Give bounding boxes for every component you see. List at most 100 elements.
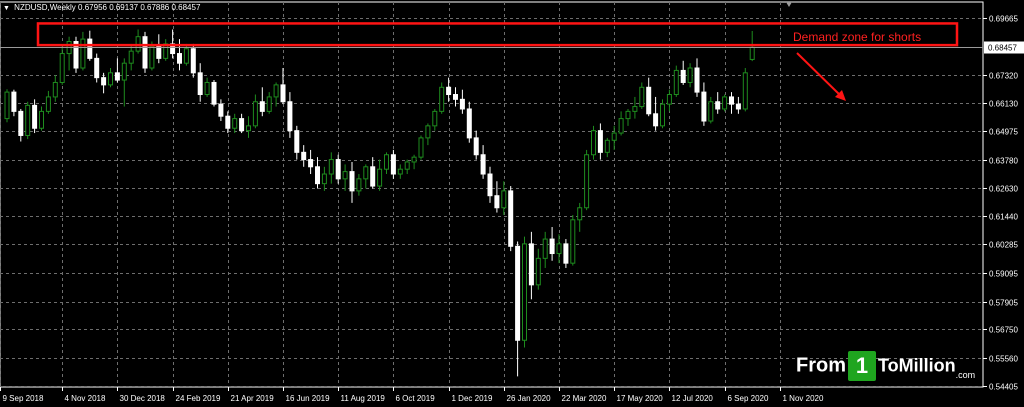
candle-body <box>4 91 10 120</box>
y-tick-label: 0.61440 <box>989 213 1018 222</box>
candle-body <box>114 72 120 81</box>
candle-body <box>11 91 17 112</box>
candle-body <box>653 113 659 127</box>
candle-body <box>80 38 86 69</box>
candle-body <box>611 132 617 141</box>
candle-body <box>411 156 417 163</box>
y-tick-label: 0.55560 <box>989 355 1018 364</box>
candle-body <box>259 101 265 112</box>
x-tick-label: 21 Apr 2019 <box>231 394 275 403</box>
candle-body <box>459 98 465 110</box>
candle-body <box>356 178 362 192</box>
candle-body <box>584 154 590 209</box>
candle-body <box>404 161 410 170</box>
x-tick-label: 26 Jan 2020 <box>507 394 552 403</box>
price-chart[interactable]: 0.69665 0.67320 0.66130 0.64975 0.63780 0.626… <box>0 0 1024 407</box>
candle-body <box>266 96 272 112</box>
candle-body <box>121 62 127 81</box>
candle-body <box>363 166 369 180</box>
y-tick-label: 0.63780 <box>989 157 1018 166</box>
candle-body <box>742 72 748 110</box>
y-tick-label: 0.64975 <box>989 128 1018 137</box>
candle-body <box>556 243 562 255</box>
candle-body <box>535 257 541 286</box>
x-tick-label: 24 Feb 2019 <box>176 394 221 403</box>
candle-body <box>142 36 148 69</box>
candle-body <box>197 72 203 96</box>
candle-body <box>632 106 638 112</box>
candle-body <box>384 154 389 170</box>
watermark-logo: From 1 ToMillion.com <box>796 351 975 381</box>
price-axis: 0.69665 0.67320 0.66130 0.64975 0.63780 0.626… <box>983 15 1018 392</box>
collapse-triangle-icon[interactable]: ▼ <box>3 5 10 12</box>
candle-body <box>294 130 300 153</box>
candle-body <box>639 86 645 108</box>
candle-body <box>25 104 31 136</box>
candle-body <box>466 108 472 139</box>
candle-body <box>722 96 728 110</box>
y-tick-label: 0.69665 <box>989 15 1018 24</box>
candle-body <box>522 243 527 341</box>
candle-body <box>94 57 100 79</box>
chart-shift-marker-icon <box>786 2 792 7</box>
candle-body <box>225 115 231 129</box>
candle-body <box>308 159 314 168</box>
candle-body <box>342 171 348 180</box>
x-tick-label: 1 Nov 2020 <box>783 394 824 403</box>
watermark-tomillion: ToMillion <box>878 355 956 376</box>
x-tick-label: 6 Sep 2020 <box>728 394 769 403</box>
candle-body <box>473 137 479 156</box>
candle-body <box>321 173 327 185</box>
candle-body <box>183 48 189 64</box>
candle-body <box>646 86 652 115</box>
candle-body <box>349 171 355 192</box>
candle-body <box>625 110 631 120</box>
x-tick-label: 9 Sep 2018 <box>3 394 44 403</box>
candle-body <box>701 91 707 122</box>
symbol-name: NZDUSD,Weekly <box>14 3 76 12</box>
candle-body <box>335 159 341 180</box>
candle-body <box>501 190 507 209</box>
candle-body <box>377 168 383 187</box>
candle-body <box>673 69 679 96</box>
ohlc-values: 0.67956 0.69137 0.67886 0.68457 <box>78 3 201 12</box>
candle-body <box>287 101 293 132</box>
candle-body <box>563 243 569 264</box>
y-tick-label: 0.62630 <box>989 185 1018 194</box>
candle-body <box>666 94 672 105</box>
candle-body <box>487 173 493 197</box>
candle-body <box>591 130 596 156</box>
candle-body <box>177 53 182 64</box>
candle-body <box>252 101 258 127</box>
watermark-one: 1 <box>855 353 869 378</box>
candle-body <box>735 103 741 110</box>
candle-body <box>108 72 113 86</box>
candle-body <box>315 166 320 185</box>
y-tick-label: 0.54405 <box>989 383 1018 392</box>
candle-body <box>729 96 734 105</box>
candle-body <box>708 101 714 122</box>
candle-body <box>515 245 521 341</box>
candle-body <box>446 86 452 96</box>
candle-body <box>190 48 196 74</box>
candle-body <box>87 38 93 59</box>
x-tick-label: 17 May 2020 <box>617 394 664 403</box>
candle-body <box>59 53 65 83</box>
candle-body <box>425 125 431 139</box>
candle-body <box>301 151 307 161</box>
x-tick-label: 6 Oct 2019 <box>396 394 436 403</box>
candle-body <box>680 69 686 83</box>
candle-body <box>604 139 610 153</box>
candle-body <box>528 243 534 286</box>
x-tick-label: 16 Jun 2019 <box>286 394 331 403</box>
candle-body <box>439 86 445 112</box>
candle-body <box>18 110 24 136</box>
x-tick-label: 30 Dec 2018 <box>120 394 166 403</box>
y-tick-label: 0.57905 <box>989 299 1018 308</box>
watermark-from: From <box>796 354 846 377</box>
candle-body <box>508 190 514 247</box>
candle-body <box>52 81 58 98</box>
x-tick-label: 11 Aug 2019 <box>341 394 386 403</box>
candle-body <box>39 110 44 129</box>
y-tick-label: 0.56750 <box>989 326 1018 335</box>
